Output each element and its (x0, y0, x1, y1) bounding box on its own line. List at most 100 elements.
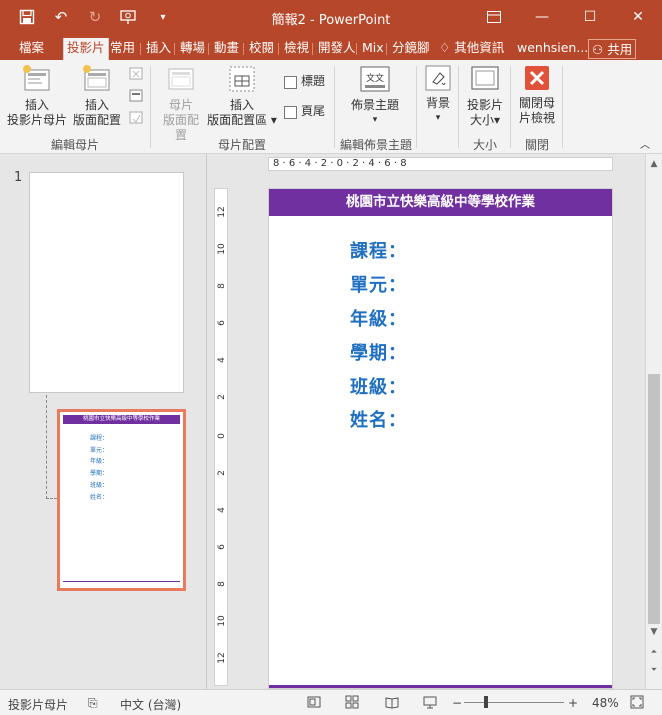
undo-icon[interactable]: ↶ (50, 6, 72, 28)
lightbulb-icon: ♢ (439, 40, 451, 55)
tab-review[interactable]: 校閱 (246, 38, 277, 60)
thumbnail-pane: 1 桃園市立快樂高級中等學校作業 課程： 單元： 年級： 學期： 班級： 姓名： (0, 154, 207, 689)
chevron-down-icon: ▾ (435, 113, 441, 123)
layout-thumbnail[interactable]: 桃園市立快樂高級中等學校作業 課程： 單元： 年級： 學期： 班級： 姓名： (57, 409, 186, 591)
person-icon: ⚇ (592, 42, 604, 57)
tab-home[interactable]: 常用 (107, 38, 138, 60)
tab-file[interactable]: 檔案 (16, 38, 47, 60)
title-checkbox-label: 標題 (301, 74, 326, 88)
themes-icon: 文文 (360, 66, 390, 92)
zoom-out-button[interactable]: − (452, 696, 462, 710)
redo-icon[interactable]: ↻ (84, 6, 106, 28)
maximize-button[interactable]: ☐ (566, 0, 614, 34)
next-slide-icon[interactable]: ⏷ (646, 662, 662, 678)
field-grade[interactable]: 年級： (350, 305, 407, 331)
tell-me-box[interactable]: ♢ 其他資訊 (436, 38, 507, 60)
rename-icon[interactable] (128, 88, 144, 104)
previous-slide-icon[interactable]: ⏶ (646, 644, 662, 660)
group-edit-master-label: 編輯母片 (50, 138, 99, 152)
tab-mix[interactable]: Mix (359, 38, 387, 60)
close-button[interactable]: ✕ (614, 0, 662, 34)
thumbnail-number: 1 (14, 170, 23, 185)
master-layout-button[interactable]: 母片 版面配置 (160, 64, 202, 143)
chevron-down-icon: ▾ (372, 115, 378, 125)
layout-thumbnail-banner: 桃園市立快樂高級中等學校作業 (63, 415, 180, 424)
group-edit-theme-label: 編輯佈景主題 (339, 138, 412, 152)
slideshow-icon[interactable] (423, 695, 437, 709)
close-master-icon (525, 66, 549, 90)
svg-text:文文: 文文 (366, 72, 384, 84)
tab-transitions[interactable]: 轉場 (177, 38, 208, 60)
present-from-start-icon[interactable] (118, 6, 140, 28)
zoom-level[interactable]: 48% (592, 696, 619, 710)
preserve-icon[interactable] (128, 110, 144, 126)
slide-editor: 8 · 6 · 4 · 2 · 0 · 2 · 4 · 6 · 8 12 10 … (208, 154, 645, 689)
fit-to-window-icon[interactable] (630, 695, 644, 709)
view-mode-label: 投影片母片 (8, 698, 69, 712)
close-master-view-button[interactable]: 關閉母 片檢視 (514, 64, 560, 126)
quick-access-toolbar: ↶ ↻ ▾ (16, 6, 174, 28)
zoom-slider-track[interactable] (464, 702, 564, 703)
insert-placeholder-button[interactable]: 插入 版面配置區 ▾ (206, 64, 278, 128)
field-name[interactable]: 姓名： (350, 406, 407, 432)
vertical-scrollbar[interactable]: ▲ ▼ ⏶ ⏷ (645, 154, 662, 689)
share-button[interactable]: ⚇ 共用 (588, 39, 637, 59)
title-checkbox[interactable] (284, 76, 297, 89)
reading-view-icon[interactable] (385, 695, 399, 709)
footer-checkbox-label: 頁尾 (301, 104, 326, 118)
group-master-layout-label: 母片配置 (217, 138, 266, 152)
slide-size-icon (471, 66, 499, 90)
ribbon-display-options-icon[interactable] (470, 0, 518, 34)
footer-checkbox[interactable] (284, 106, 297, 119)
layout-connector (46, 395, 57, 499)
language-label[interactable]: 中文 (台灣) (120, 696, 181, 713)
accessibility-icon[interactable]: ⎘ (88, 696, 98, 711)
title-bar: ↶ ↻ ▾ 簡報2 - PowerPoint — ☐ ✕ (0, 0, 662, 34)
scroll-up-icon[interactable]: ▲ (646, 156, 662, 172)
ribbon: 插入 投影片母片 插入 版面配置 編輯母片 母片 版面配置 插入 版面配置區 ▾… (0, 60, 662, 154)
tab-view[interactable]: 檢視 (281, 38, 312, 60)
themes-button[interactable]: 文文 佈景主題 ▾ (344, 64, 406, 128)
tab-developer[interactable]: 開發人 (315, 38, 355, 60)
slide-master-thumbnail[interactable] (29, 172, 184, 393)
group-size-label: 大小 (472, 138, 497, 152)
insert-layout-button[interactable]: 插入 版面配置 (70, 64, 124, 128)
layout-thumbnail-fields: 課程： 單元： 年級： 學期： 班級： 姓名： (90, 435, 109, 501)
field-course[interactable]: 課程： (350, 237, 407, 263)
group-close-label: 關閉 (524, 138, 549, 152)
minimize-button[interactable]: — (518, 0, 566, 34)
background-icon (425, 65, 451, 91)
normal-view-icon[interactable] (307, 695, 321, 709)
vertical-ruler: 12 10 8 6 4 2 0 2 4 6 8 10 12 (214, 188, 228, 686)
delete-icon[interactable] (128, 66, 144, 82)
field-unit[interactable]: 單元： (350, 271, 407, 297)
field-semester[interactable]: 學期： (350, 339, 407, 365)
zoom-slider-thumb[interactable] (484, 696, 488, 708)
zoom-in-button[interactable]: + (568, 696, 578, 710)
status-bar: 投影片母片 ⎘ 中文 (台灣) − + 48% (0, 689, 662, 715)
background-button[interactable]: 背景 ▾ (420, 64, 456, 126)
slide-canvas[interactable]: 桃園市立快樂高級中等學校作業 課程： 單元： 年級： 學期： 班級： 姓名： (268, 188, 613, 689)
slide-sorter-icon[interactable] (345, 695, 359, 709)
slide-master-icon (23, 65, 50, 91)
tab-storyboarding[interactable]: 分鏡腳 (389, 38, 429, 60)
user-account[interactable]: wenhsien... (514, 38, 591, 60)
save-icon[interactable] (16, 6, 38, 28)
slide-bottom-line (269, 685, 612, 688)
scroll-thumb[interactable] (648, 374, 660, 624)
horizontal-ruler: 8 · 6 · 4 · 2 · 0 · 2 · 4 · 6 · 8 (268, 157, 613, 171)
collapse-ribbon-icon[interactable]: ︿ (640, 138, 650, 153)
field-class[interactable]: 班級： (350, 373, 407, 399)
ribbon-tabs: 檔案 投影片 常用 插入 轉場 動畫 校閱 檢視 開發人 Mix 分鏡腳 ♢ 其… (0, 34, 662, 60)
tab-slide-master[interactable]: 投影片 (63, 38, 109, 60)
placeholder-icon (229, 66, 255, 92)
scroll-down-icon[interactable]: ▼ (646, 624, 662, 640)
tab-animations[interactable]: 動畫 (211, 38, 242, 60)
slide-title-banner[interactable]: 桃園市立快樂高級中等學校作業 (269, 189, 612, 216)
master-layout-icon (168, 68, 194, 90)
layout-icon (83, 65, 110, 91)
customize-qat-icon[interactable]: ▾ (152, 6, 174, 28)
slide-size-button[interactable]: 投影片 大小▾ (462, 64, 508, 128)
tab-insert[interactable]: 插入 (143, 38, 174, 60)
insert-slide-master-button[interactable]: 插入 投影片母片 (6, 64, 68, 128)
